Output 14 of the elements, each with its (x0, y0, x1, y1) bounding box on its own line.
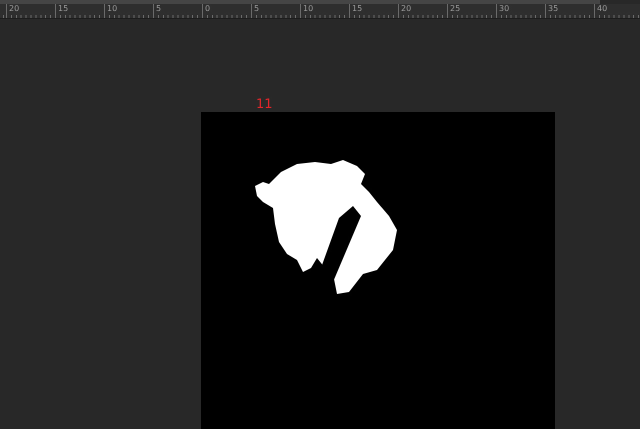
ruler-label: 0 (204, 4, 210, 13)
ruler-label: 40 (596, 4, 608, 13)
ruler-label: 10 (302, 4, 314, 13)
ruler-label: 5 (253, 4, 260, 13)
ruler-label: 30 (498, 4, 510, 13)
ruler-label: 25 (449, 4, 460, 13)
ruler-label: 15 (57, 4, 68, 13)
ruler-label: 5 (155, 4, 162, 13)
ruler-label: 10 (106, 4, 118, 13)
ruler-label: 15 (351, 4, 362, 13)
canvas-label: 11 (256, 97, 273, 112)
ruler-label: 35 (547, 4, 558, 13)
ruler-label: 20 (400, 4, 412, 13)
ruler-label: 20 (8, 4, 20, 13)
